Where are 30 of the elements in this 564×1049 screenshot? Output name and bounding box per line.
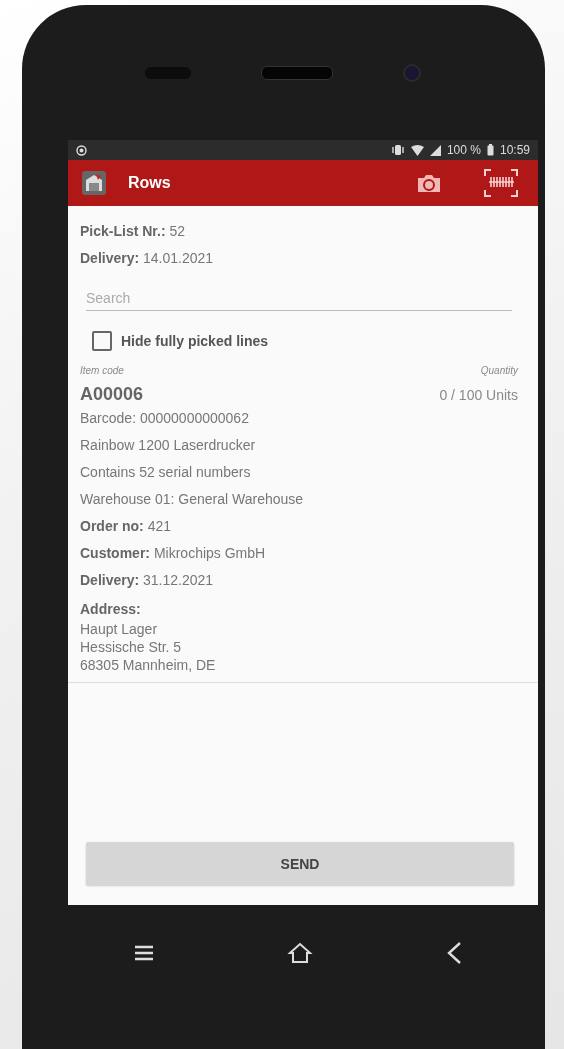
picklist-info: Delivery: 14.01.2021 [80, 249, 215, 268]
location-icon [76, 144, 87, 156]
picklist-info: Pick-List Nr.: 52 [80, 222, 187, 241]
screen-title: Rows [128, 174, 172, 192]
wifi-icon [410, 144, 424, 156]
item-detail: Delivery: 31.12.2021 [80, 571, 215, 590]
send-button[interactable]: SEND [86, 842, 514, 885]
item-detail: Warehouse 01: General Warehouse [80, 490, 305, 509]
address-line: Hessische Str. 5 [80, 638, 183, 656]
warehouse-icon [82, 171, 106, 195]
battery-icon [486, 144, 494, 156]
signal-icon [429, 144, 441, 156]
item-code: A00006 [80, 384, 144, 405]
item-detail: Rainbow 1200 Laserdrucker [80, 436, 257, 455]
clock: 10:59 [499, 143, 530, 157]
item-quantity: 0 / 100 Units [439, 387, 518, 403]
item-detail: Customer: Mikrochips GmbH [80, 544, 267, 563]
address-label: Address: [80, 600, 142, 619]
item-detail: Barcode: 00000000000062 [80, 409, 250, 428]
earpiece-speaker [261, 65, 333, 80]
vibrate-icon [390, 144, 405, 156]
search-field[interactable]: Search [86, 286, 512, 311]
item-detail: Order no: 421 [80, 517, 173, 536]
hide-picked-checkbox[interactable]: Hide fully picked lines [92, 331, 518, 351]
address-line: 68305 Mannheim, DE [80, 656, 217, 674]
column-header: Item code [80, 365, 124, 376]
battery-percent: 100 % [446, 143, 481, 157]
item-detail: Contains 52 serial numbers [80, 463, 252, 482]
address-line: Haupt Lager [80, 620, 159, 638]
column-header: Quantity [480, 365, 518, 376]
